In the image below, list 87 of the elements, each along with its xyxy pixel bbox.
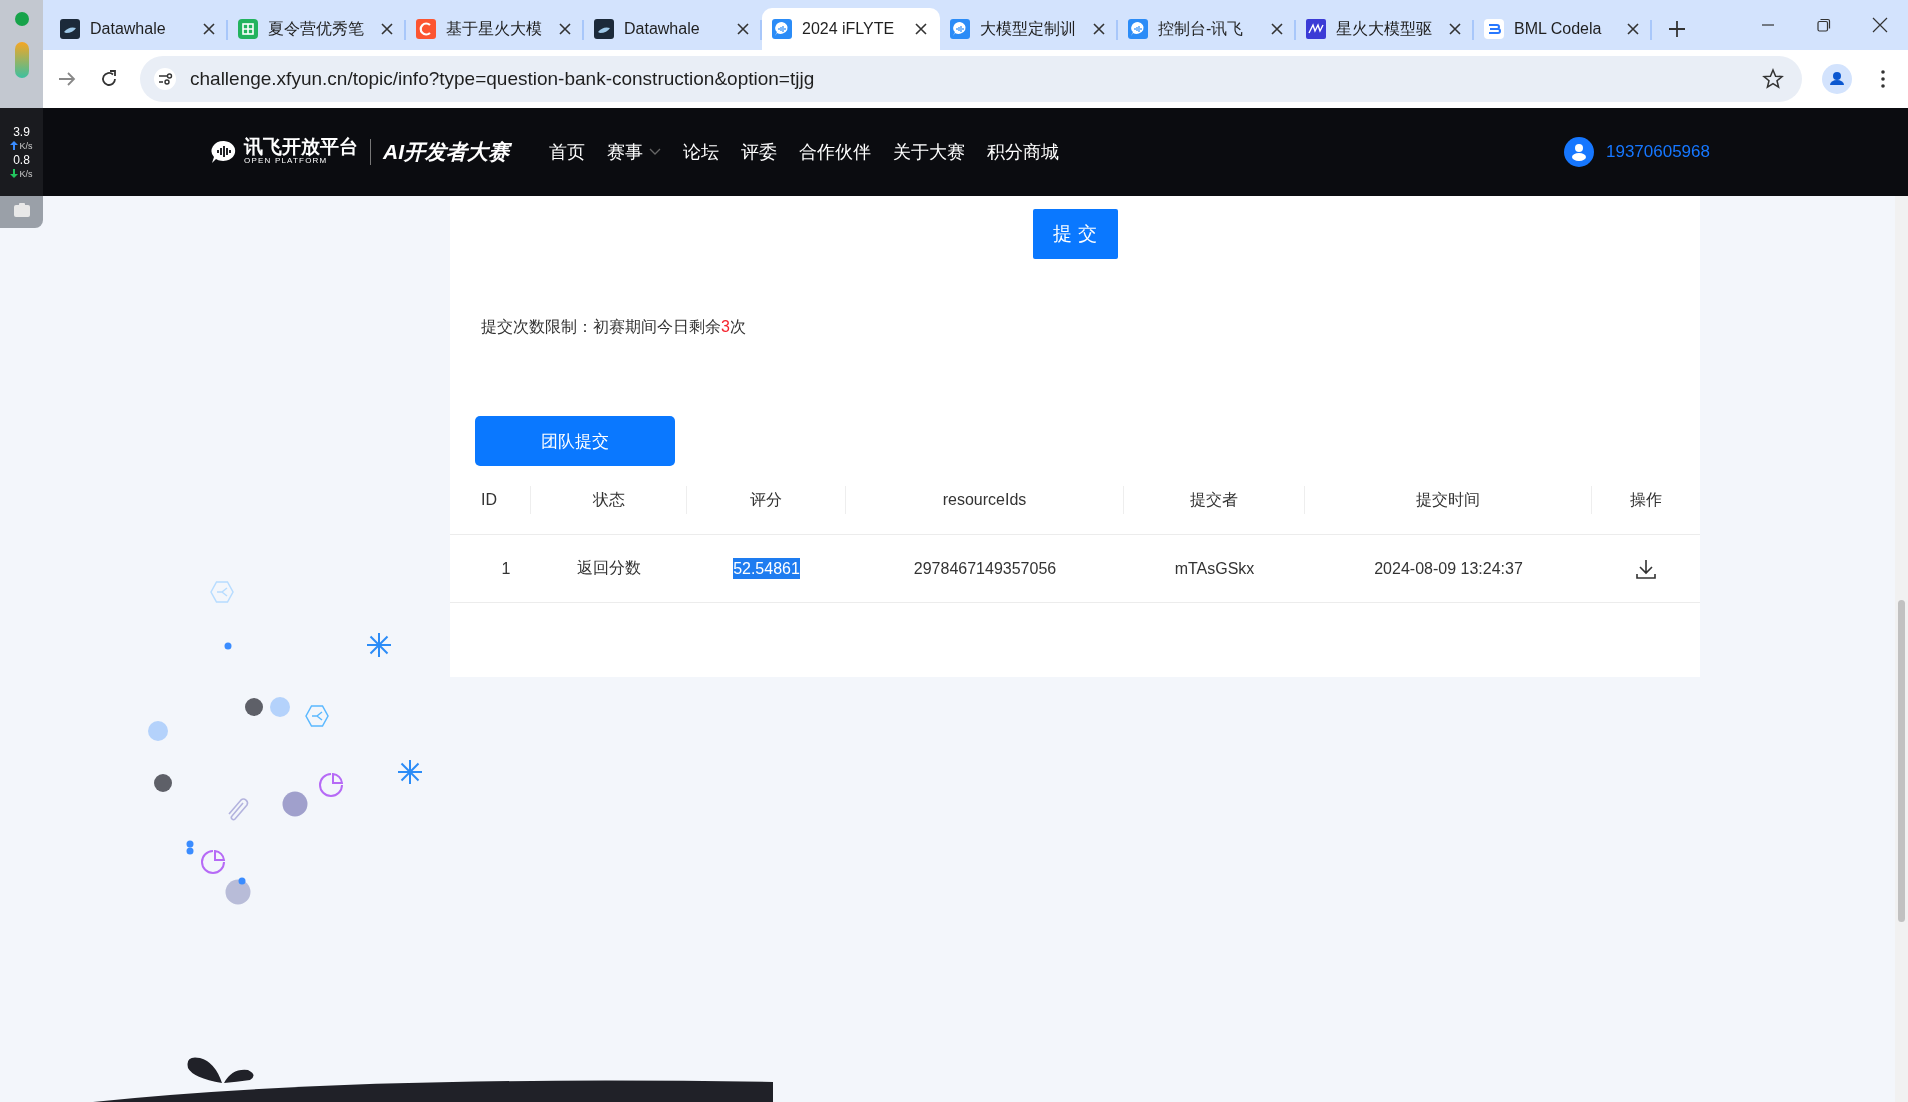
nav-link[interactable]: 积分商城 [987, 140, 1059, 164]
close-icon[interactable] [1092, 22, 1106, 36]
up-arrow-icon [10, 141, 19, 150]
scrollbar-thumb[interactable] [1898, 600, 1905, 922]
browser-tab[interactable]: Datawhale [584, 8, 762, 50]
browser-tab[interactable]: 控制台-讯飞 [1118, 8, 1296, 50]
pie-chart-icon [201, 850, 225, 874]
team-submit-button[interactable]: 团队提交 [475, 416, 675, 466]
dot-icon [154, 774, 172, 792]
browser-tab[interactable]: 大模型定制训 [940, 8, 1118, 50]
dot-pair-icon [186, 840, 194, 855]
browser-tab[interactable]: 2024 iFLYTE [762, 8, 940, 50]
close-icon[interactable] [380, 22, 394, 36]
close-icon[interactable] [1872, 17, 1888, 33]
pie-chart-icon [319, 773, 343, 797]
table-cell: 52.54861 [733, 557, 800, 579]
logo-subtitle: OPEN PLATFORM [244, 156, 329, 167]
grid-icon [238, 19, 258, 39]
column-header: 评分 [687, 486, 846, 514]
nav-link[interactable]: 首页 [549, 140, 585, 164]
download-speed: 0.8 [13, 153, 30, 166]
submit-button[interactable]: 提 交 [1032, 209, 1118, 259]
profile-icon[interactable] [1822, 64, 1852, 94]
paperclip-icon [228, 798, 249, 821]
nav-link[interactable]: 评委 [741, 140, 777, 164]
close-icon[interactable] [914, 22, 928, 36]
table-cell: mTAsGSkx [1174, 559, 1255, 577]
upload-speed: 3.9 [13, 125, 30, 138]
column-header: 操作 [1629, 490, 1663, 510]
user-avatar-icon[interactable] [1564, 137, 1594, 167]
status-dot-icon [12, 10, 31, 28]
submission-limit-text: 提交次数限制：初赛期间今日剩余3次 [481, 317, 747, 337]
close-icon[interactable] [1270, 22, 1284, 36]
chat-bubble-icon [950, 19, 970, 39]
browser-tab[interactable]: 夏令营优秀笔 [228, 8, 406, 50]
table-cell: 1 [501, 559, 511, 577]
column-header: resourceIds [846, 486, 1124, 514]
clipboard-icon [12, 202, 31, 218]
close-icon[interactable] [736, 22, 750, 36]
speed-unit: K/s [19, 140, 33, 151]
chat-bubble-icon [772, 19, 792, 39]
hexagon-icon [210, 581, 234, 603]
restore-icon[interactable] [1817, 18, 1831, 32]
speed-unit: K/s [19, 168, 33, 179]
browser-tab[interactable]: Datawhale [50, 8, 228, 50]
hexagon-icon [305, 705, 329, 727]
site-settings-icon[interactable] [154, 68, 176, 90]
user-phone-link[interactable]: 19370605968 [1606, 142, 1710, 162]
asterisk-icon [397, 759, 423, 785]
table-cell: 返回分数 [577, 559, 641, 576]
whale-icon [60, 19, 80, 39]
star-icon[interactable] [1762, 68, 1784, 90]
browser-tab[interactable]: 星火大模型驱 [1296, 8, 1474, 50]
down-arrow-icon [10, 169, 19, 178]
new-tab-icon[interactable] [1666, 18, 1688, 40]
browser-tab[interactable]: 基于星火大模 [406, 8, 584, 50]
stacked-lines-icon [1484, 19, 1504, 39]
nav-link[interactable]: 论坛 [683, 140, 719, 164]
dot-icon [224, 642, 232, 650]
nav-link[interactable]: 合作伙伴 [799, 140, 871, 164]
column-header: 提交者 [1124, 486, 1305, 514]
nav-link[interactable]: 赛事 [607, 140, 661, 164]
chat-bubble-icon [1128, 19, 1148, 39]
column-header: ID [450, 486, 531, 514]
close-icon[interactable] [558, 22, 572, 36]
squiggle-icon [1306, 19, 1326, 39]
dot-icon [270, 697, 290, 717]
browser-tab[interactable]: BML Codela [1474, 8, 1652, 50]
dot-icon [245, 698, 263, 716]
logo-text: 讯飞开放平台 [244, 137, 358, 157]
close-icon[interactable] [1626, 22, 1640, 36]
column-header: 提交时间 [1305, 486, 1592, 514]
gauge-bar-icon [14, 42, 29, 78]
nav-link[interactable]: 关于大赛 [893, 140, 965, 164]
column-header: 状态 [531, 486, 687, 514]
close-icon[interactable] [202, 22, 216, 36]
dot-icon [148, 721, 168, 741]
whale-icon [594, 19, 614, 39]
speech-bubble-icon [210, 140, 238, 164]
dot-icon [282, 791, 308, 817]
chevron-down-icon [649, 148, 661, 156]
close-icon[interactable] [1448, 22, 1462, 36]
address-field[interactable]: challenge.xfyun.cn/topic/info?type=question-bank-construction&option=tjjg [140, 56, 1802, 102]
arc-icon [416, 19, 436, 39]
asterisk-icon [366, 632, 392, 658]
table-cell: 2978467149357056 [913, 559, 1057, 577]
table-cell: 2024-08-09 13:24:37 [1374, 559, 1523, 577]
